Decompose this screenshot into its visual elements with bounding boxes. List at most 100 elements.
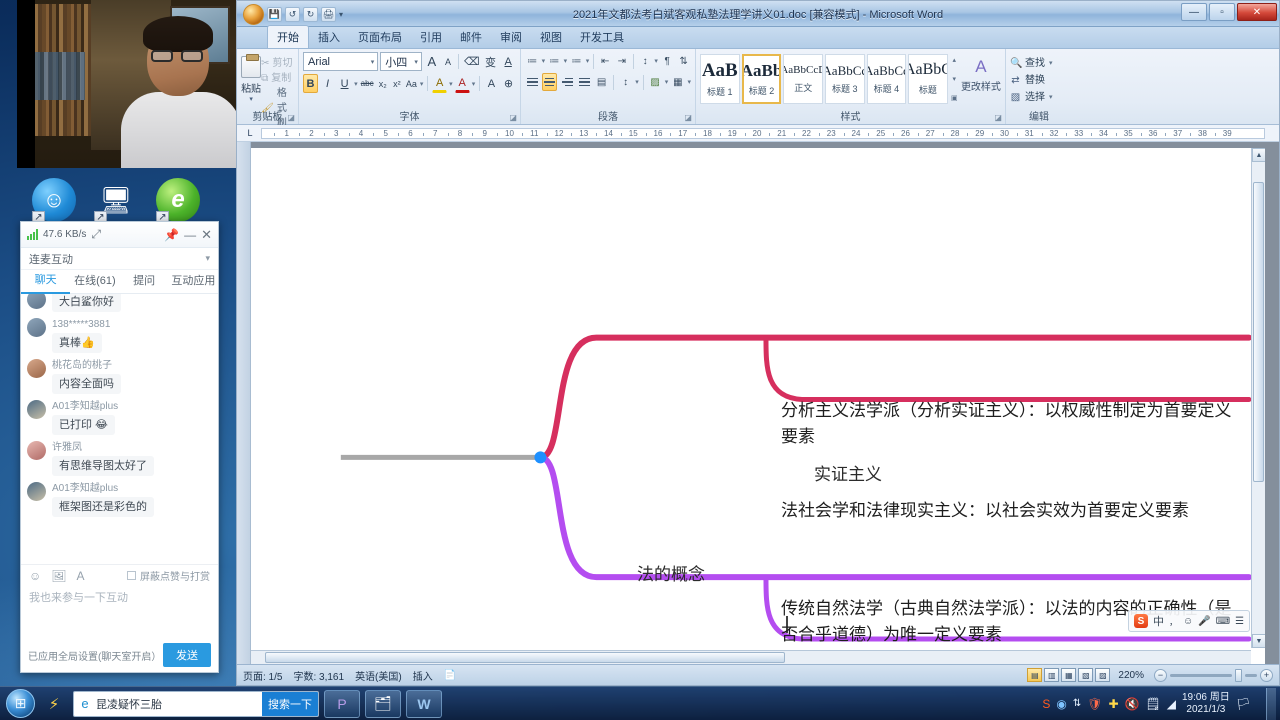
zoom-out-button[interactable]: −: [1154, 668, 1167, 682]
insert-mode[interactable]: 插入: [413, 668, 433, 683]
line-numbers-button[interactable]: ⇅: [676, 52, 691, 70]
tab-stop-selector[interactable]: L: [239, 126, 261, 141]
zoom-slider[interactable]: − +: [1154, 668, 1273, 682]
font-dialog-launcher[interactable]: ◪: [509, 113, 517, 122]
proofing-icon[interactable]: 📄: [444, 670, 456, 681]
chat-message-list[interactable]: 大白鲨你好 138*****3881 真棒👍 桃花岛的桃子 内容全面吗 A01李…: [21, 294, 218, 564]
zoom-knob[interactable]: [1235, 668, 1242, 682]
window-controls[interactable]: — ▫ ✕: [1181, 3, 1277, 21]
font-name-combo[interactable]: Arial ▾: [303, 52, 379, 71]
document-area[interactable]: 法的概念 实证主义 非实证主义 分析主义法学派（分析实证主义）：以权威性制定为首…: [237, 142, 1279, 664]
send-button[interactable]: 发送: [163, 643, 211, 667]
updown-icon[interactable]: ⇅: [1073, 698, 1081, 709]
ime-emoji-icon[interactable]: ☺: [1183, 616, 1193, 627]
shield-green-icon[interactable]: ✚: [1108, 697, 1118, 711]
security-icon[interactable]: 🛡: [1087, 697, 1102, 711]
word-titlebar[interactable]: 💾 ↺ ↻ 🖨 ▾ 2021年文都法考白斌客观私塾法理学讲义01.doc [兼容…: [237, 1, 1279, 27]
cut-button[interactable]: ✂ 剪切: [261, 56, 294, 71]
style-body[interactable]: AaBbCcD 正文: [783, 54, 824, 104]
clipboard-dialog-launcher[interactable]: ◪: [287, 113, 295, 122]
paragraph-dialog-launcher[interactable]: ◪: [684, 113, 692, 122]
ribbon-tab-review[interactable]: 审阅: [491, 26, 531, 48]
styles-dialog-launcher[interactable]: ◪: [994, 113, 1002, 122]
zoom-in-button[interactable]: +: [1260, 668, 1273, 682]
search-button[interactable]: 搜索一下: [262, 691, 318, 716]
sort-button[interactable]: ↕: [638, 52, 653, 70]
borders-button[interactable]: ▦: [670, 73, 685, 91]
numbering-button[interactable]: ≔: [547, 52, 562, 70]
find-button[interactable]: 🔍 查找 ▾: [1010, 55, 1068, 72]
zoom-track[interactable]: [1170, 673, 1232, 677]
search-input[interactable]: 昆凌疑怀三胎: [96, 696, 262, 712]
taskbar-ppt[interactable]: P: [324, 689, 360, 718]
align-right-button[interactable]: [559, 73, 574, 91]
ime-punctuation-icon[interactable]: ，: [1169, 615, 1178, 628]
browser-tray-icon[interactable]: ◉: [1056, 697, 1066, 711]
close-button[interactable]: ✕: [1237, 3, 1277, 21]
chat-section-header[interactable]: 连麦互动 ▾: [21, 248, 218, 270]
style-heading1[interactable]: AaB 标题 1: [700, 54, 740, 104]
pin-icon[interactable]: 📌: [164, 228, 179, 242]
align-left-button[interactable]: [525, 73, 540, 91]
copy-button[interactable]: ⧉ 复制: [261, 71, 294, 86]
ribbon-tab-view[interactable]: 视图: [531, 26, 571, 48]
character-border-button[interactable]: A: [500, 52, 516, 71]
chat-tab-chat[interactable]: 聊天: [21, 269, 71, 294]
document-page[interactable]: 法的概念 实证主义 非实证主义 分析主义法学派（分析实证主义）：以权威性制定为首…: [251, 148, 1265, 664]
styles-gallery-scroll[interactable]: ▴ ▾ ▣: [950, 54, 959, 104]
chat-tab-online[interactable]: 在线(61): [70, 270, 119, 293]
ime-toolbar[interactable]: S 中 ， ☺ 🎤 ⌨ ☰: [1128, 610, 1251, 632]
strikethrough-button[interactable]: abc: [360, 74, 375, 93]
underline-button[interactable]: U: [337, 74, 352, 93]
ribbon-tab-insert[interactable]: 插入: [309, 26, 349, 48]
checkbox-icon[interactable]: [127, 571, 136, 580]
live-chat-panel[interactable]: 47.6 KB/s ⤢ 📌 — ✕ 连麦互动 ▾ 聊天 在线(61) 提问 互动…: [20, 221, 219, 673]
maximize-button[interactable]: ▫: [1209, 3, 1235, 21]
phonetic-guide-button[interactable]: 变: [483, 52, 499, 71]
desktop-icon-computer[interactable]: 🖥 ↗: [94, 178, 140, 224]
distribute-button[interactable]: ▤: [594, 73, 609, 91]
taskbar-folder[interactable]: 🗂: [365, 689, 401, 718]
emoji-icon[interactable]: ☺: [29, 569, 41, 583]
start-button[interactable]: ⊞: [6, 689, 35, 718]
chevron-down-icon[interactable]: ▾: [950, 75, 959, 83]
show-desktop-button[interactable]: [1266, 687, 1276, 720]
action-center-icon[interactable]: 🏳: [1236, 697, 1251, 711]
chat-input[interactable]: 我也来参与一下互动: [21, 586, 218, 638]
system-tray[interactable]: S ◉ ⇅ 🛡 ✚ 🔇 🗒 ◢ 19:06 周日 2021/1/3 🏳: [1042, 692, 1257, 716]
style-heading3[interactable]: AaBbCc 标题 3: [825, 54, 865, 104]
align-center-button[interactable]: [542, 73, 558, 91]
zoom-track-right[interactable]: [1245, 673, 1257, 677]
chat-input-toolbar[interactable]: ☺ 🖼 A 屏蔽点赞与打赏: [21, 564, 218, 586]
minimize-button[interactable]: —: [1181, 3, 1207, 21]
ribbon-tab-developer[interactable]: 开发工具: [571, 26, 633, 48]
justify-button[interactable]: [577, 73, 592, 91]
italic-button[interactable]: I: [320, 74, 335, 93]
replace-button[interactable]: ⇄ 替换: [1010, 72, 1068, 89]
scroll-up-icon[interactable]: ▲: [1252, 148, 1265, 162]
decrease-indent-button[interactable]: ⇤: [598, 52, 613, 70]
view-web-layout[interactable]: ▦: [1061, 668, 1077, 682]
clock[interactable]: 19:06 周日 2021/1/3: [1182, 692, 1230, 716]
sogou-ime-icon[interactable]: S: [1134, 614, 1148, 628]
bold-button[interactable]: B: [303, 74, 319, 93]
style-heading2[interactable]: AaBb 标题 2: [741, 54, 782, 104]
taskbar[interactable]: ⊞ ⚡ e 昆凌疑怀三胎 搜索一下 P 🗂 W S ◉ ⇅ 🛡 ✚ 🔇 🗒 ◢ …: [0, 686, 1280, 720]
battery-icon[interactable]: 🗒: [1145, 697, 1160, 711]
expand-icon[interactable]: ⤢: [91, 227, 101, 242]
ribbon-tab-mailings[interactable]: 邮件: [451, 26, 491, 48]
styles-more-icon[interactable]: ▣: [950, 94, 959, 102]
status-bar[interactable]: 页面: 1/5 字数: 3,161 英语(美国) 插入 📄 ▤ ▥ ▦ ▧ ▨ …: [237, 664, 1279, 685]
ribbon-tab-pagelayout[interactable]: 页面布局: [349, 26, 411, 48]
select-button[interactable]: ▧ 选择 ▾: [1010, 89, 1068, 106]
desktop-icon-browser[interactable]: e ↗: [156, 178, 202, 224]
ime-keyboard-icon[interactable]: ⌨: [1216, 616, 1230, 627]
language-indicator[interactable]: 英语(美国): [355, 668, 402, 683]
view-draft[interactable]: ▨: [1095, 668, 1111, 682]
desktop-icon-qq[interactable]: ☺ ↗: [32, 178, 78, 224]
mute-gifts-toggle[interactable]: 屏蔽点赞与打赏: [127, 568, 210, 583]
enclose-characters-button[interactable]: ⊕: [501, 74, 516, 93]
zoom-level[interactable]: 220%: [1118, 670, 1144, 681]
line-spacing-button[interactable]: ↕: [618, 73, 633, 91]
show-formatting-marks-button[interactable]: ¶: [660, 52, 675, 70]
